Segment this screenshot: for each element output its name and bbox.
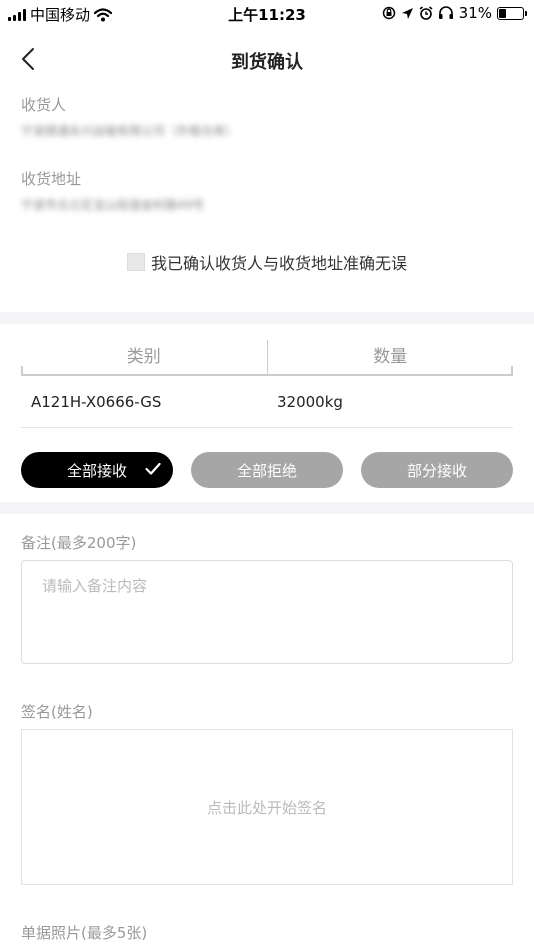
signature-pad[interactable]: 点击此处开始签名 xyxy=(21,729,513,885)
battery-icon xyxy=(497,6,527,20)
table-header: 类别 数量 xyxy=(21,340,513,376)
consignee-value: 宁波顺通永兴运输有限公司（外租仓库） xyxy=(21,124,238,138)
lock-rotation-icon xyxy=(382,6,395,20)
table-row: A121H-X0666-GS 32000kg xyxy=(21,376,513,428)
cell-quantity: 32000kg xyxy=(277,392,343,411)
address-value: 宁波市北仑区宝山街道金利路49号 xyxy=(21,198,205,212)
partial-accept-label: 部分接收 xyxy=(406,461,467,480)
reject-all-label: 全部拒绝 xyxy=(236,461,297,480)
section-divider xyxy=(0,312,534,324)
partial-accept-button[interactable]: 部分接收 xyxy=(361,452,513,488)
page-title: 到货确认 xyxy=(231,52,303,73)
consignee-label: 收货人 xyxy=(21,96,67,114)
confirm-label: 我已确认收货人与收货地址准确无误 xyxy=(150,254,407,273)
remark-input[interactable] xyxy=(22,561,512,663)
address-confirm-row[interactable]: 我已确认收货人与收货地址准确无误 xyxy=(0,250,534,274)
status-bar: 中国移动 上午11:23 31% xyxy=(0,0,534,28)
battery-percent: 31% xyxy=(458,4,492,22)
column-header-quantity: 数量 xyxy=(266,340,514,374)
receive-options: 全部接收 全部拒绝 部分接收 xyxy=(21,452,513,488)
location-icon xyxy=(401,7,413,19)
remark-box xyxy=(21,560,513,664)
reject-all-button[interactable]: 全部拒绝 xyxy=(191,452,343,488)
nav-bar: 到货确认 xyxy=(0,40,534,80)
accept-all-label: 全部接收 xyxy=(66,461,127,480)
goods-table: 类别 数量 A121H-X0666-GS 32000kg xyxy=(21,340,513,428)
remark-label: 备注(最多200字) xyxy=(21,534,137,552)
check-icon xyxy=(145,462,161,475)
accept-all-button[interactable]: 全部接收 xyxy=(21,452,173,488)
headphones-icon xyxy=(438,6,453,19)
signature-label: 签名(姓名) xyxy=(21,703,93,721)
address-label: 收货地址 xyxy=(21,170,82,188)
cell-category: A121H-X0666-GS xyxy=(31,392,162,411)
status-right: 31% xyxy=(382,4,527,22)
photos-label: 单据照片(最多5张) xyxy=(21,924,148,942)
confirm-checkbox[interactable] xyxy=(126,253,145,271)
signature-placeholder: 点击此处开始签名 xyxy=(206,798,327,817)
alarm-icon xyxy=(419,6,433,20)
column-header-category: 类别 xyxy=(126,347,161,367)
section-divider xyxy=(0,502,534,514)
